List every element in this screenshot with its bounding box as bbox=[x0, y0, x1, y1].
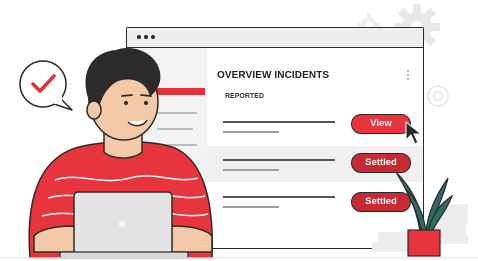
plant-illustration bbox=[372, 171, 468, 257]
